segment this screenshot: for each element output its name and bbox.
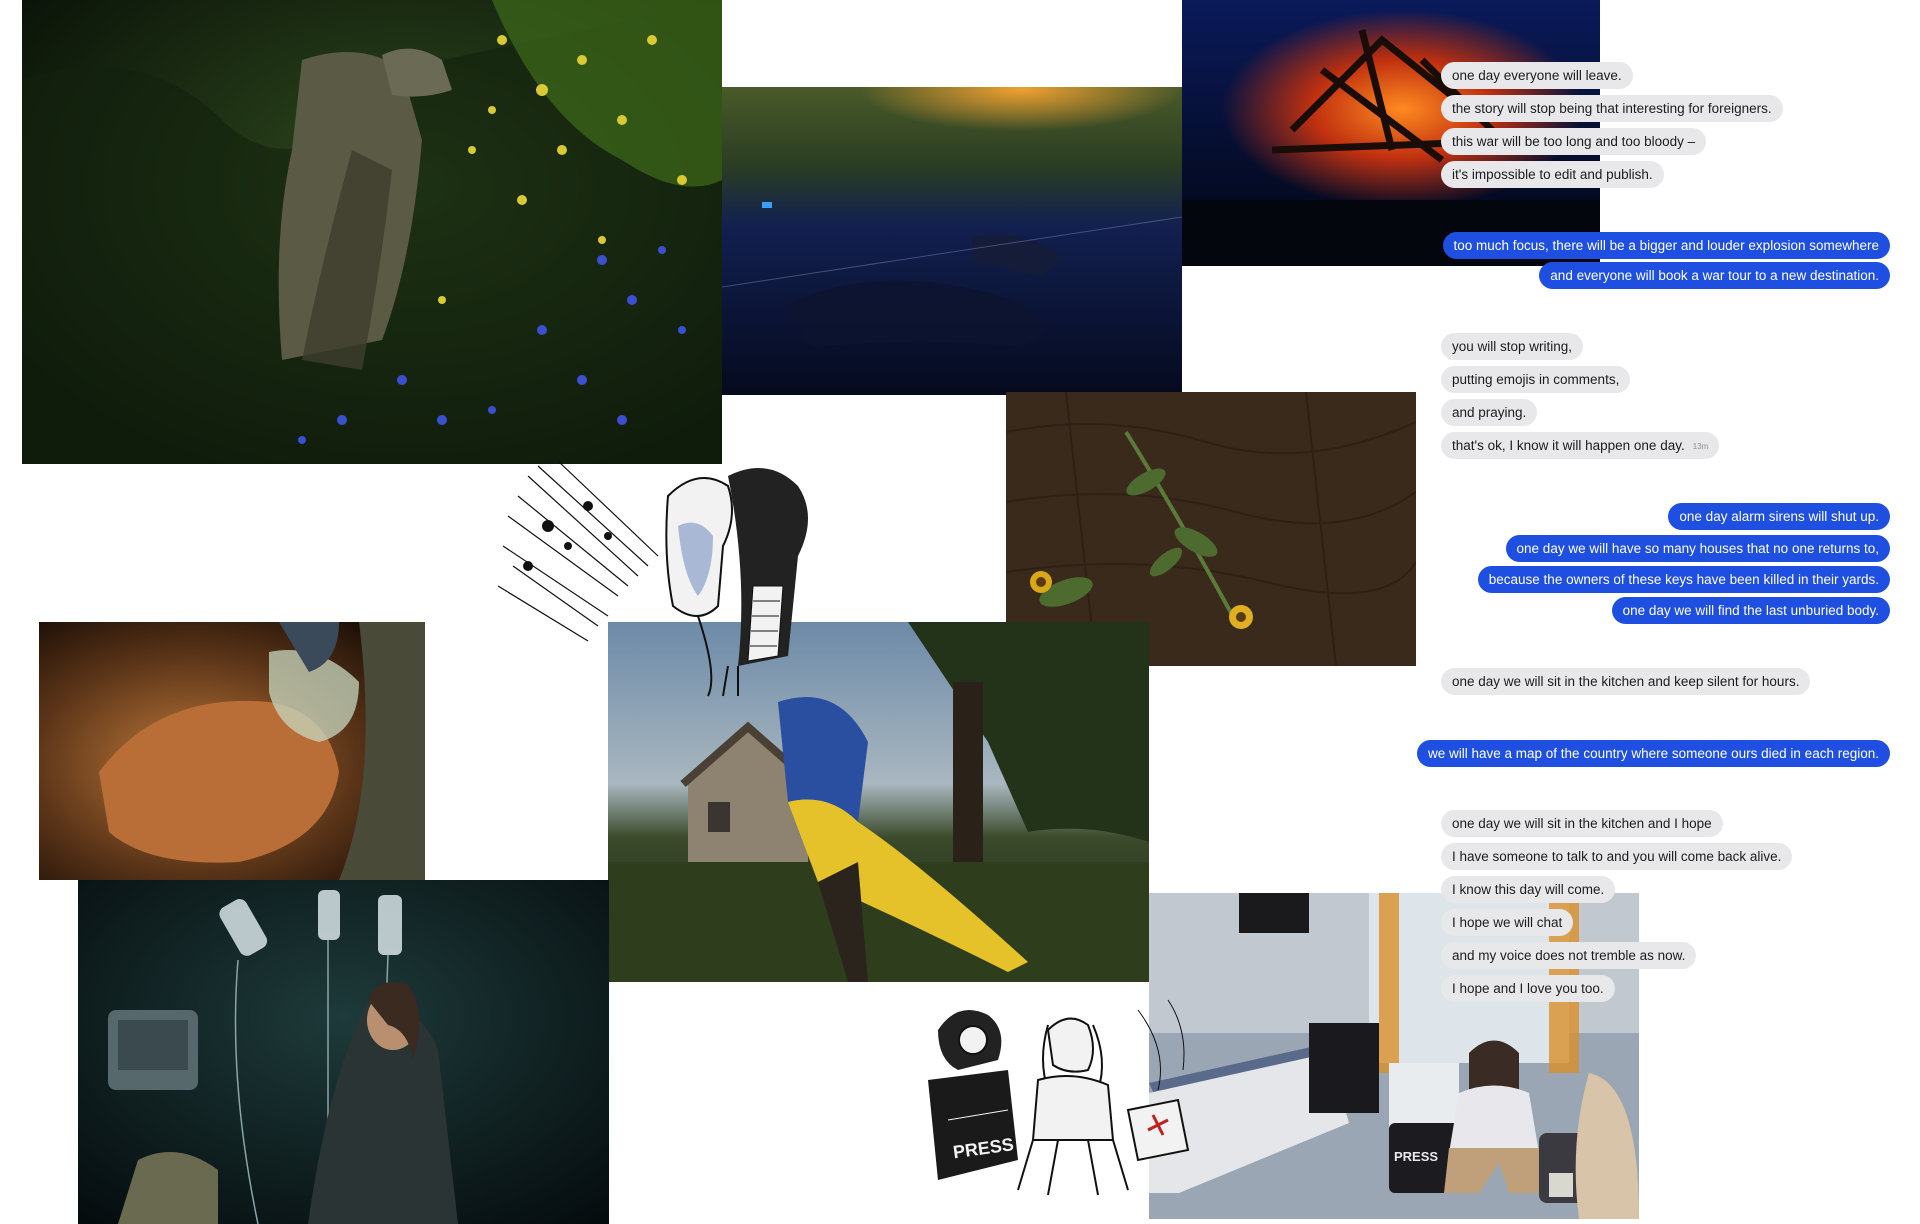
message-incoming: the story will stop being that interesti… xyxy=(1441,95,1783,122)
message-outgoing: one day alarm sirens will shut up. xyxy=(1668,503,1890,530)
message-incoming: I hope we will chat xyxy=(1441,909,1574,936)
photo-dusk-road xyxy=(722,87,1182,395)
message-incoming: one day we will sit in the kitchen and I… xyxy=(1441,810,1723,837)
message-outgoing: because the owners of these keys have be… xyxy=(1477,566,1890,593)
message-timestamp: 13m xyxy=(1692,441,1709,451)
message-outgoing: one day we will have so many houses that… xyxy=(1505,535,1890,562)
message-incoming: putting emojis in comments, xyxy=(1441,366,1631,393)
message-incoming: you will stop writing, xyxy=(1441,333,1584,360)
message-outgoing: one day we will find the last unburied b… xyxy=(1611,597,1890,624)
message-incoming: this war will be too long and too bloody… xyxy=(1441,128,1707,155)
message-outgoing: too much focus, there will be a bigger a… xyxy=(1442,232,1890,259)
photo-soldier-in-flowers xyxy=(22,0,722,464)
message-incoming: and my voice does not tremble as now. xyxy=(1441,942,1697,969)
message-incoming: it's impossible to edit and publish. xyxy=(1441,161,1664,188)
photo-man-oxygen-mask xyxy=(39,622,425,880)
message-incoming: I know this day will come. xyxy=(1441,876,1616,903)
press-label-photo: PRESS xyxy=(1394,1149,1438,1164)
message-incoming: I have someone to talk to and you will c… xyxy=(1441,843,1793,870)
message-incoming-with-time: that's ok, I know it will happen one day… xyxy=(1441,432,1720,459)
message-outgoing: we will have a map of the country where … xyxy=(1416,740,1890,767)
message-incoming: one day everyone will leave. xyxy=(1441,62,1633,89)
sketch-journalist-press-gear: PRESS xyxy=(898,990,1198,1204)
message-incoming: one day we will sit in the kitchen and k… xyxy=(1441,668,1811,695)
message-text: that's ok, I know it will happen one day… xyxy=(1452,438,1685,453)
photo-nurse-iv-drips xyxy=(78,880,609,1224)
message-incoming: and praying. xyxy=(1441,399,1538,426)
sketch-embracing-figures xyxy=(497,456,843,697)
message-incoming: I hope and I love you too. xyxy=(1441,975,1615,1002)
message-outgoing: and everyone will book a war tour to a n… xyxy=(1539,262,1890,289)
